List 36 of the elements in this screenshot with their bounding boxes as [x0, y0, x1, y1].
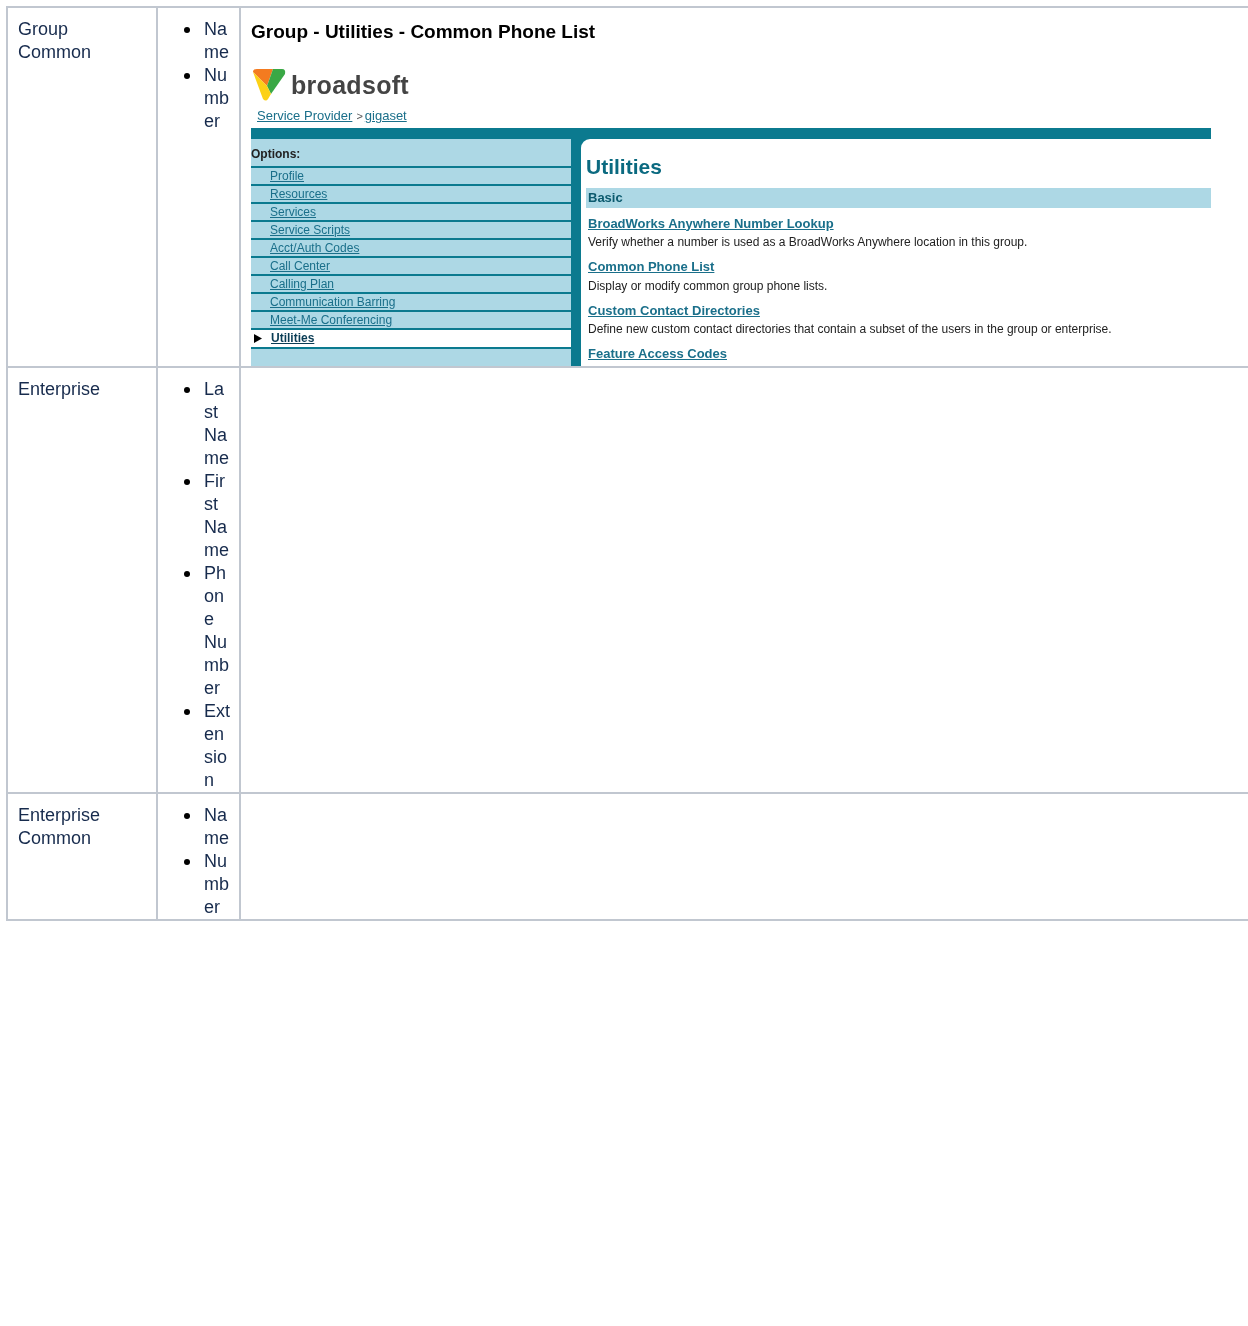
field-name: Phone Number — [204, 561, 230, 700]
options-label: Options: — [251, 145, 302, 163]
content-heading: Utilities — [586, 153, 663, 180]
menu-link[interactable]: Calling Plan — [270, 274, 335, 293]
field-name: Number — [204, 64, 230, 133]
utility-link[interactable]: Custom Contact Directories — [588, 300, 760, 320]
row-label: Enterprise — [18, 378, 101, 399]
breadcrumb-separator: > — [356, 110, 363, 122]
menu-link[interactable]: Utilities — [271, 329, 315, 347]
menu-link[interactable]: Profile — [270, 166, 304, 185]
field-name: Number — [204, 849, 230, 919]
field-name: First Name — [204, 469, 230, 562]
menu-link[interactable]: Services — [270, 202, 316, 221]
menu-link[interactable]: Meet-Me Conferencing — [270, 310, 393, 329]
field-name: Last Name — [204, 377, 230, 470]
utility-description: Define new custom contact directories that contain a subset of the users in the group or enterprise. — [588, 321, 1113, 338]
menu-link[interactable]: Resources — [270, 184, 328, 203]
menu-link[interactable]: Call Center — [270, 256, 331, 275]
field-name: Extension — [204, 699, 231, 792]
screenshot-title: Group - Utilities - Common Phone List — [251, 20, 597, 44]
row-label: Enterprise Common — [18, 804, 101, 848]
row-label: Group Common — [18, 19, 92, 62]
breadcrumb-link[interactable]: Service Provider — [257, 108, 353, 123]
utility-description: Verify whether a number is used as a BroadWorks Anywhere location in this group. — [588, 234, 1029, 251]
utility-description: Display or modify common group phone lists. — [588, 277, 829, 295]
field-name: Name — [204, 18, 230, 64]
menu-link[interactable]: Acct/Auth Codes — [270, 238, 360, 257]
utility-link[interactable]: BroadWorks Anywhere Number Lookup — [588, 213, 834, 233]
utility-link[interactable]: Common Phone List — [588, 257, 715, 277]
field-name: Name — [204, 803, 230, 850]
menu-link[interactable]: Service Scripts — [270, 220, 351, 239]
breadcrumb-link[interactable]: gigaset — [364, 108, 407, 123]
menu-link[interactable]: Communication Barring — [270, 292, 396, 311]
logo-text: broadsoft — [291, 69, 409, 101]
section-header: Basic — [586, 188, 1211, 208]
utility-link[interactable]: Feature Access Codes — [588, 344, 727, 364]
